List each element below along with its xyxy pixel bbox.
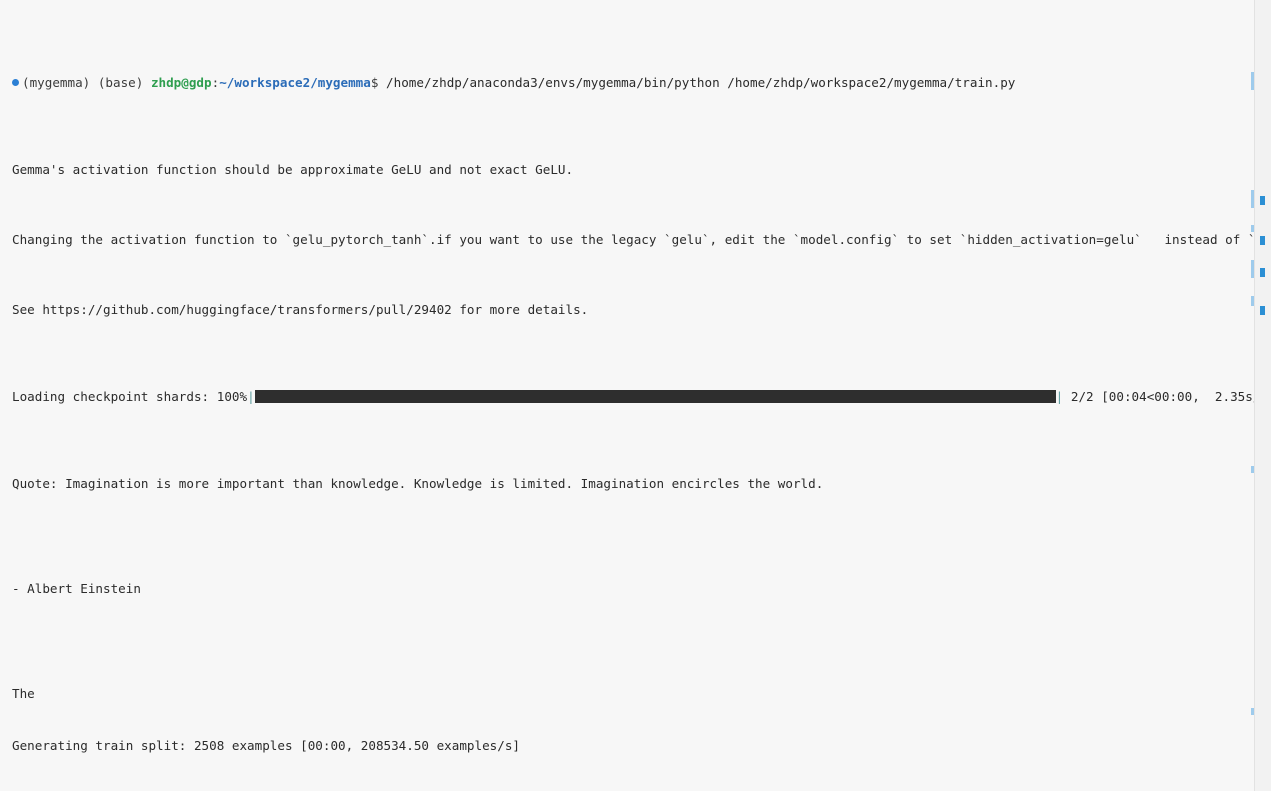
prompt-env-mygemma: (mygemma) [22, 74, 91, 90]
output-line: See https://github.com/huggingface/trans… [12, 301, 589, 317]
output-line-author: - Albert Einstein [12, 580, 141, 596]
prompt-space2 [143, 75, 151, 90]
command-text: /home/zhdp/anaconda3/envs/mygemma/bin/py… [386, 74, 1016, 90]
progress-timing: [00:04<00:00, 2.35s/it] [1101, 388, 1271, 404]
sp [1063, 389, 1071, 404]
scrollbar-marker[interactable] [1260, 268, 1265, 277]
output-line-quote: Quote: Imagination is more important tha… [12, 476, 824, 492]
prompt-env-base: (base) [97, 74, 144, 90]
prompt-path: ~/workspace2/mygemma [219, 74, 371, 90]
scrollbar-marker[interactable] [1260, 196, 1265, 205]
prompt-space1 [90, 75, 98, 90]
output-line: Changing the activation function to `gel… [12, 231, 1271, 247]
terminal-output-area[interactable]: (mygemma) (base) zhdp@gdp:~/workspace2/m… [0, 0, 1271, 791]
output-line: Gemma's activation function should be ap… [12, 162, 574, 178]
progress-fill [254, 389, 1056, 403]
sp [209, 389, 217, 404]
scrollbar-marker[interactable] [1260, 236, 1265, 245]
progress-counts: 2/2 [1070, 388, 1094, 404]
command-prompt-line: (mygemma) (base) zhdp@gdp:~/workspace2/m… [12, 74, 1255, 91]
output-line-blank [12, 632, 1255, 649]
prompt-space3 [378, 75, 386, 90]
output-line-blank [12, 528, 1255, 545]
output-line-the: The [12, 685, 35, 701]
status-bullet-icon [12, 78, 19, 86]
prompt-user-host: zhdp@gdp [150, 74, 212, 90]
terminal-window: (mygemma) (base) zhdp@gdp:~/workspace2/m… [0, 0, 1271, 791]
scrollbar[interactable] [1254, 0, 1271, 791]
scrollbar-marker[interactable] [1260, 306, 1265, 315]
progress-tick: | [247, 388, 255, 404]
progress-bar-line-checkpoint: Loading checkpoint shards: 100%| | 2/2 [0… [12, 388, 1271, 405]
output-line-generating: Generating train split: 2508 examples [0… [12, 737, 520, 753]
progress-label: Loading checkpoint shards: [12, 388, 210, 404]
progress-percent: 100% [216, 388, 248, 404]
